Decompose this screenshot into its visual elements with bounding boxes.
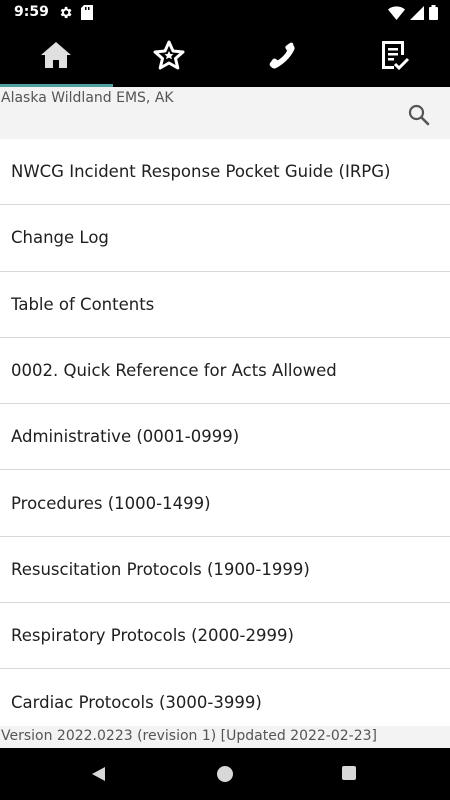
tab-bar xyxy=(0,26,450,87)
list-item-label: Resuscitation Protocols (1900-1999) xyxy=(11,559,310,579)
battery-icon xyxy=(429,5,438,24)
wifi-icon xyxy=(388,5,405,24)
list-item-procedures[interactable]: Procedures (1000-1499) xyxy=(0,470,450,537)
signal-icon xyxy=(410,5,424,24)
checklist-icon xyxy=(378,39,410,75)
tab-favorites[interactable] xyxy=(113,26,226,87)
home-icon xyxy=(40,41,72,73)
back-button[interactable] xyxy=(91,766,107,786)
location-label: Alaska Wildland EMS, AK xyxy=(1,90,174,106)
list-item-label: Cardiac Protocols (3000-3999) xyxy=(11,692,262,712)
list-item-label: Respiratory Protocols (2000-2999) xyxy=(11,626,294,646)
list-item-label: Procedures (1000-1499) xyxy=(11,493,211,513)
list-item-label: NWCG Incident Response Pocket Guide (IRP… xyxy=(11,162,391,182)
star-icon xyxy=(153,40,185,74)
list-item-change-log[interactable]: Change Log xyxy=(0,205,450,272)
list-item-respiratory[interactable]: Respiratory Protocols (2000-2999) xyxy=(0,603,450,670)
list-item-label: Administrative (0001-0999) xyxy=(11,427,240,447)
list-item-quick-reference[interactable]: 0002. Quick Reference for Acts Allowed xyxy=(0,338,450,405)
list-item-cardiac[interactable]: Cardiac Protocols (3000-3999) xyxy=(0,669,450,726)
list-item-administrative[interactable]: Administrative (0001-0999) xyxy=(0,404,450,471)
tab-checklists[interactable] xyxy=(338,26,450,87)
tab-home[interactable] xyxy=(0,26,113,87)
recent-apps-button[interactable] xyxy=(342,766,356,780)
back-triangle-icon xyxy=(91,767,107,786)
search-button[interactable] xyxy=(408,104,430,126)
status-bar: 9:59 xyxy=(0,0,450,26)
home-button[interactable] xyxy=(217,766,233,782)
protocol-list: NWCG Incident Response Pocket Guide (IRP… xyxy=(0,139,450,726)
list-item-table-of-contents[interactable]: Table of Contents xyxy=(0,272,450,338)
status-time: 9:59 xyxy=(14,4,49,20)
list-item-label: Change Log xyxy=(11,228,109,248)
tab-contacts[interactable] xyxy=(225,26,338,87)
list-item-label: Table of Contents xyxy=(11,294,155,314)
system-nav-bar xyxy=(0,748,450,800)
phone-icon xyxy=(265,39,297,75)
version-footer: Version 2022.0223 (revision 1) [Updated … xyxy=(0,726,450,748)
search-icon xyxy=(408,104,430,130)
sd-card-icon xyxy=(81,5,93,24)
list-item-irpg[interactable]: NWCG Incident Response Pocket Guide (IRP… xyxy=(0,139,450,206)
list-item-resuscitation[interactable]: Resuscitation Protocols (1900-1999) xyxy=(0,537,450,604)
gear-icon xyxy=(58,5,73,24)
location-bar: Alaska Wildland EMS, AK xyxy=(0,87,450,139)
list-item-label: 0002. Quick Reference for Acts Allowed xyxy=(11,361,337,381)
